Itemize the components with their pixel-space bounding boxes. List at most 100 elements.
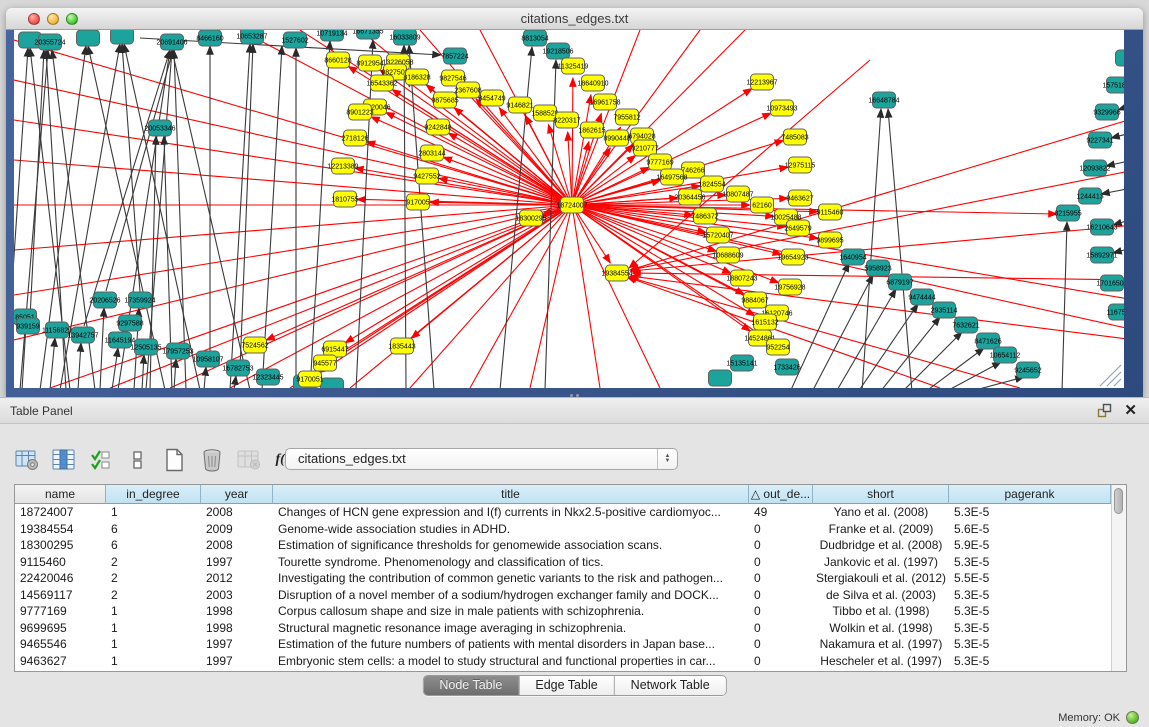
graph-node[interactable]: 9899695 [816,232,843,248]
graph-node[interactable]: 20206526 [89,292,120,308]
delete-table-icon[interactable] [199,447,225,473]
graph-node[interactable]: 8186328 [403,69,430,85]
new-table-icon[interactable] [162,447,188,473]
graph-node[interactable]: 9115460 [817,204,844,220]
graph-node[interactable]: 8215955 [1054,205,1081,221]
graph-node[interactable]: 1167533 [1107,304,1124,320]
header-cell[interactable]: △ out_de... [749,485,813,504]
graph-node[interactable]: 7486372 [691,208,718,224]
graph-node[interactable]: 1640954 [839,249,866,265]
delete-network-table-icon[interactable] [236,447,262,473]
graph-node[interactable]: 2718126 [341,130,368,146]
graph-node[interactable]: 9227341 [1086,132,1113,148]
tab-edge-table[interactable]: Edge Table [519,676,614,695]
graph-node[interactable]: 62160 [751,197,774,213]
graph-node[interactable]: 9777169 [646,154,673,170]
graph-node[interactable]: 1862615 [578,122,605,138]
graph-node[interactable]: 16033809 [389,30,420,45]
table-row[interactable]: 969969511998Structural magnetic resonanc… [15,620,1111,637]
header-cell[interactable]: pagerank [949,485,1111,504]
graph-node[interactable] [111,30,134,44]
graph-node[interactable]: 18300295 [515,210,546,226]
graph-node[interactable]: 1733426 [773,359,800,375]
tab-node-table[interactable]: Node Table [423,676,519,695]
graph-node[interactable]: 19756928 [774,279,805,295]
graph-node[interactable]: 8990448 [603,130,630,146]
graph-node[interactable] [1116,50,1125,66]
graph-node[interactable]: 10654112 [990,347,1021,363]
graph-node[interactable]: 15751874 [1102,77,1124,93]
graph-node[interactable]: 8912954 [356,55,383,71]
graph-node[interactable]: 1810755 [331,191,358,207]
graph-node[interactable]: 9463627 [786,190,813,206]
table-row[interactable]: 946362711997Embryonic stem cells: a mode… [15,653,1111,670]
table-row[interactable]: 977716911998Corpus callosum shape and si… [15,603,1111,620]
header-cell[interactable]: year [201,485,273,504]
show-columns-icon[interactable] [51,447,77,473]
table-row[interactable]: 911546021997Tourette syndrome. Phenomeno… [15,554,1111,571]
graph-node[interactable]: 15720407 [702,227,733,243]
table-row[interactable]: 2242004622012Investigating the contribut… [15,570,1111,587]
graph-node[interactable]: 19384554 [601,265,632,281]
graph-node[interactable]: 9329966 [1093,104,1120,120]
graph-node[interactable]: 7485083 [781,129,808,145]
graph-node[interactable]: 17957253 [162,343,193,359]
table-row[interactable]: 1938455462009Genome-wide association stu… [15,521,1111,538]
graph-node[interactable] [321,378,344,388]
select-columns-icon[interactable] [88,447,114,473]
graph-node[interactable]: 945577 [313,355,336,371]
graph-node[interactable]: 16543362 [366,75,397,91]
graph-node[interactable]: 7524562 [241,337,268,353]
graph-node[interactable]: 10653287 [236,30,267,44]
graph-node[interactable]: 7955812 [613,109,640,125]
network-canvas[interactable]: 2035572420691406846616010653287152760210… [14,30,1124,388]
header-cell[interactable]: short [813,485,949,504]
float-panel-icon[interactable] [1097,403,1112,418]
close-panel-icon[interactable]: ✕ [1124,404,1137,418]
graph-node[interactable]: 1824554 [698,176,725,192]
graph-node[interactable]: 1615132 [751,314,778,330]
graph-node[interactable]: 16210643 [1086,219,1117,235]
table-row[interactable]: 1830029562008Estimation of significance … [15,537,1111,554]
graph-node[interactable]: 8466160 [196,30,223,46]
header-cell[interactable]: name [15,485,106,504]
header-cell[interactable]: in_degree [106,485,201,504]
graph-node[interactable]: 9170051 [296,371,323,387]
graph-node[interactable]: 12213389 [327,158,358,174]
graph-node[interactable]: 19654923 [777,249,808,265]
graph-node[interactable]: 2935114 [931,302,958,318]
graph-node[interactable]: 20364456 [674,189,705,205]
graph-node[interactable]: 7857224 [441,48,468,64]
graph-node[interactable]: 17016504 [1096,275,1124,291]
graph-node[interactable]: 939159 [16,318,39,334]
row-height-icon[interactable] [125,447,151,473]
table-vertical-scrollbar[interactable] [1111,485,1126,671]
table-row[interactable]: 1456911722003Disruption of a novel membe… [15,587,1111,604]
graph-node[interactable]: 1244413 [1076,188,1103,204]
graph-node[interactable]: 917005 [406,194,429,210]
graph-node[interactable]: 8660128 [324,52,351,68]
graph-node[interactable]: 1835443 [388,338,415,354]
graph-node[interactable]: 10958107 [192,351,223,367]
graph-node[interactable]: 16782753 [222,360,253,376]
graph-node[interactable]: 20691406 [156,34,187,50]
graph-node[interactable]: 6879197 [886,274,913,290]
table-row[interactable]: 1872400712008Changes of HCN gene express… [15,504,1111,521]
graph-node[interactable]: 5958923 [864,260,891,276]
graph-node[interactable]: 11325419 [558,58,589,74]
graph-node[interactable]: 8454749 [478,90,505,106]
graph-node[interactable]: 15892971 [1086,247,1117,263]
resize-grip-icon[interactable] [1100,365,1121,386]
graph-node[interactable]: 2803144 [418,145,445,161]
graph-node[interactable]: 16497568 [656,169,687,185]
scrollbar-thumb[interactable] [1114,488,1123,514]
graph-node[interactable]: 12093822 [1079,160,1110,176]
header-cell[interactable]: title [273,485,749,504]
graph-node[interactable]: 952254 [766,339,789,355]
graph-node[interactable]: 13942757 [67,327,98,343]
graph-node[interactable]: 9875685 [431,92,458,108]
graph-hub-node[interactable]: 18724007 [556,197,587,213]
graph-node[interactable]: 9474444 [908,289,935,305]
graph-node[interactable]: 10973493 [766,100,797,116]
graph-node[interactable]: 15135141 [726,355,757,371]
